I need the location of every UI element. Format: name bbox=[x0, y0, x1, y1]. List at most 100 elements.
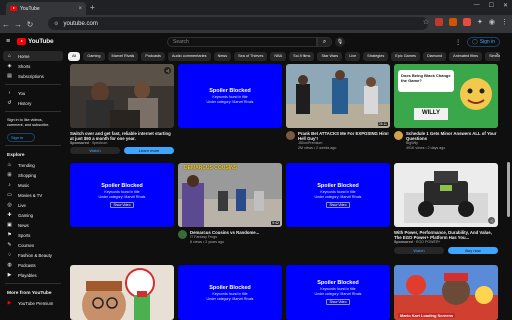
filter-chip[interactable]: Diamond bbox=[422, 52, 447, 61]
sidebar-item-subscriptions[interactable]: ▤ Subscriptions bbox=[0, 71, 66, 81]
filter-chip[interactable]: Live bbox=[345, 52, 361, 61]
extensions-puzzle-icon[interactable]: ✦ bbox=[477, 18, 483, 26]
spoiler-title: Spoiler Blocked bbox=[209, 88, 251, 94]
search-input[interactable]: Search bbox=[167, 37, 317, 47]
sidebar-item-label: Courses bbox=[18, 242, 35, 248]
filter-chip[interactable]: Audio commentaries bbox=[167, 52, 211, 61]
video-stats: 8 views • 2 years ago bbox=[190, 239, 225, 244]
mute-icon[interactable]: ◁ bbox=[164, 67, 171, 74]
settings-dots-icon[interactable]: ⋮ bbox=[455, 39, 461, 46]
hamburger-menu-icon[interactable]: ≡ bbox=[6, 38, 10, 45]
filter-chip[interactable]: Gaming bbox=[83, 52, 105, 61]
channel-avatar[interactable] bbox=[286, 131, 295, 140]
channel-name[interactable]: EGO POWER+ bbox=[416, 240, 441, 244]
sign-in-label: Sign in bbox=[479, 39, 495, 45]
sidebar-item-history[interactable]: ↺ History bbox=[0, 98, 66, 108]
chip-next-icon[interactable]: › bbox=[496, 52, 498, 58]
video-title[interactable]: Prank Bet ATTACKS Me For EXPOSING Him! H… bbox=[298, 131, 390, 141]
live-icon: ◎ bbox=[7, 202, 12, 208]
channel-avatar[interactable] bbox=[178, 230, 187, 239]
browser-tab[interactable]: YouTube × bbox=[6, 2, 86, 15]
youtube-logo[interactable]: YouTube bbox=[17, 38, 54, 45]
filter-chip[interactable]: Sea of Thieves bbox=[234, 52, 268, 61]
filter-chip[interactable]: News bbox=[213, 52, 232, 61]
buy-now-button[interactable]: Buy now bbox=[448, 247, 498, 254]
show-video-button[interactable]: Show Video bbox=[109, 201, 135, 208]
filter-chip[interactable]: Animated films bbox=[449, 52, 483, 61]
sidebar-item-premium[interactable]: ▶ YouTube Premium bbox=[0, 298, 66, 308]
bookmark-star-icon[interactable]: ☆ bbox=[423, 18, 429, 26]
video-thumbnail[interactable] bbox=[70, 265, 174, 320]
spoiler-reason: Keywords found in title bbox=[320, 189, 356, 194]
filter-chip[interactable]: All bbox=[68, 52, 81, 61]
sidebar-item-playables[interactable]: ▶ Playables bbox=[0, 270, 66, 280]
watch-button[interactable]: Watch bbox=[70, 147, 120, 154]
extension-icon[interactable] bbox=[449, 18, 458, 26]
video-thumbnail[interactable]: Does Being Black Change the Game? WILLY bbox=[394, 64, 498, 128]
thumbnail-logo-text: WILLY bbox=[421, 110, 441, 116]
sidebar-item-live[interactable]: ◎ Live bbox=[0, 200, 66, 210]
sidebar-item-shopping[interactable]: ⊞ Shopping bbox=[0, 170, 66, 180]
sidebar-item-home[interactable]: ⌂ Home bbox=[3, 51, 63, 61]
forward-icon[interactable]: → bbox=[12, 20, 24, 29]
filter-chip[interactable]: Star Wars bbox=[317, 52, 343, 61]
show-video-button[interactable]: Show Video bbox=[325, 201, 351, 208]
scrollbar-thumb[interactable] bbox=[506, 162, 510, 217]
youtube-premium-icon: ▶ bbox=[7, 300, 12, 306]
close-tab-icon[interactable]: × bbox=[78, 6, 82, 12]
filter-chip[interactable]: NBA bbox=[270, 52, 287, 61]
sidebar-item-courses[interactable]: ✎ Courses bbox=[0, 240, 66, 250]
minimize-icon[interactable]: — bbox=[474, 2, 480, 9]
address-bar[interactable]: ⚙ youtube.com bbox=[48, 17, 428, 30]
extension-icon[interactable] bbox=[463, 18, 472, 26]
sidebar-item-news[interactable]: ▣ News bbox=[0, 220, 66, 230]
video-thumbnail[interactable]: ◁ bbox=[70, 64, 174, 128]
channel-name[interactable]: Spectrum bbox=[92, 141, 107, 145]
video-thumbnail[interactable]: Mario Kart Loading Screens bbox=[394, 265, 498, 320]
sidebar-item-podcasts[interactable]: ◍ Podcasts bbox=[0, 260, 66, 270]
chip-bar: All Gaming Marvel Rivals Podcasts Audio comm… bbox=[68, 52, 500, 62]
show-video-button[interactable]: Show Video bbox=[325, 299, 351, 305]
video-thumbnail[interactable]: ◁ bbox=[394, 163, 498, 227]
filter-chip[interactable]: Epic Games bbox=[391, 52, 420, 61]
menu-dots-icon[interactable]: ⋮ bbox=[501, 18, 508, 26]
sidebar-item-label: Music bbox=[18, 182, 30, 188]
sidebar-item-you[interactable]: › You bbox=[0, 88, 66, 98]
video-title[interactable]: Schedule 1 Gets Minor Answers ALL of You… bbox=[406, 131, 498, 141]
back-icon[interactable]: ← bbox=[0, 20, 12, 29]
watch-button[interactable]: Watch bbox=[394, 247, 444, 254]
maximize-icon[interactable]: ☐ bbox=[489, 2, 494, 9]
sidebar-item-shorts[interactable]: ◈ Shorts bbox=[0, 61, 66, 71]
video-title[interactable]: Switch over and get fast, reliable inter… bbox=[70, 131, 174, 141]
extension-icon[interactable] bbox=[435, 18, 444, 26]
sidebar-item-music[interactable]: ♪ Music bbox=[0, 180, 66, 190]
sidebar-item-fashion[interactable]: ♢ Fashion & Beauty bbox=[0, 250, 66, 260]
channel-avatar[interactable] bbox=[394, 131, 403, 140]
search-button[interactable]: ⌕ bbox=[317, 37, 332, 47]
reload-icon[interactable]: ↻ bbox=[24, 20, 36, 29]
window-close-icon[interactable]: ✕ bbox=[503, 2, 508, 9]
profile-icon[interactable]: ◉ bbox=[489, 18, 495, 26]
filter-chip[interactable]: Marvel Rivals bbox=[107, 52, 139, 61]
sidebar-item-movies[interactable]: ▭ Movies & TV bbox=[0, 190, 66, 200]
sidebar-sign-in-button[interactable]: Sign in bbox=[7, 133, 35, 142]
learn-more-button[interactable]: Learn more bbox=[124, 147, 174, 154]
sidebar-item-trending[interactable]: ♨ Trending bbox=[0, 160, 66, 170]
video-title[interactable]: With Power, Performance, Durability, And… bbox=[394, 230, 498, 240]
voice-search-button[interactable]: 🎙 bbox=[335, 37, 345, 47]
thumbnail-image bbox=[70, 64, 174, 128]
mute-icon[interactable]: ◁ bbox=[488, 217, 495, 224]
sign-in-button[interactable]: ◯ Sign in bbox=[467, 37, 500, 47]
filter-chip[interactable]: Strategies bbox=[363, 52, 389, 61]
site-info-icon[interactable]: ⚙ bbox=[54, 21, 58, 27]
new-tab-icon[interactable]: + bbox=[90, 3, 95, 12]
sidebar-item-gaming[interactable]: ✚ Gaming bbox=[0, 210, 66, 220]
page-scrollbar[interactable] bbox=[506, 52, 510, 320]
video-thumbnail[interactable]: 25:11 bbox=[286, 64, 390, 128]
sidebar-item-sports[interactable]: ⚑ Sports bbox=[0, 230, 66, 240]
filter-chip[interactable]: Sci-fi films bbox=[289, 52, 315, 61]
video-thumbnail[interactable]: DEMARCUS COUSINS 9:42 bbox=[178, 163, 282, 227]
sidebar-item-label: YouTube Premium bbox=[18, 300, 54, 306]
youtube-favicon-icon bbox=[10, 6, 17, 11]
filter-chip[interactable]: Podcasts bbox=[141, 52, 165, 61]
